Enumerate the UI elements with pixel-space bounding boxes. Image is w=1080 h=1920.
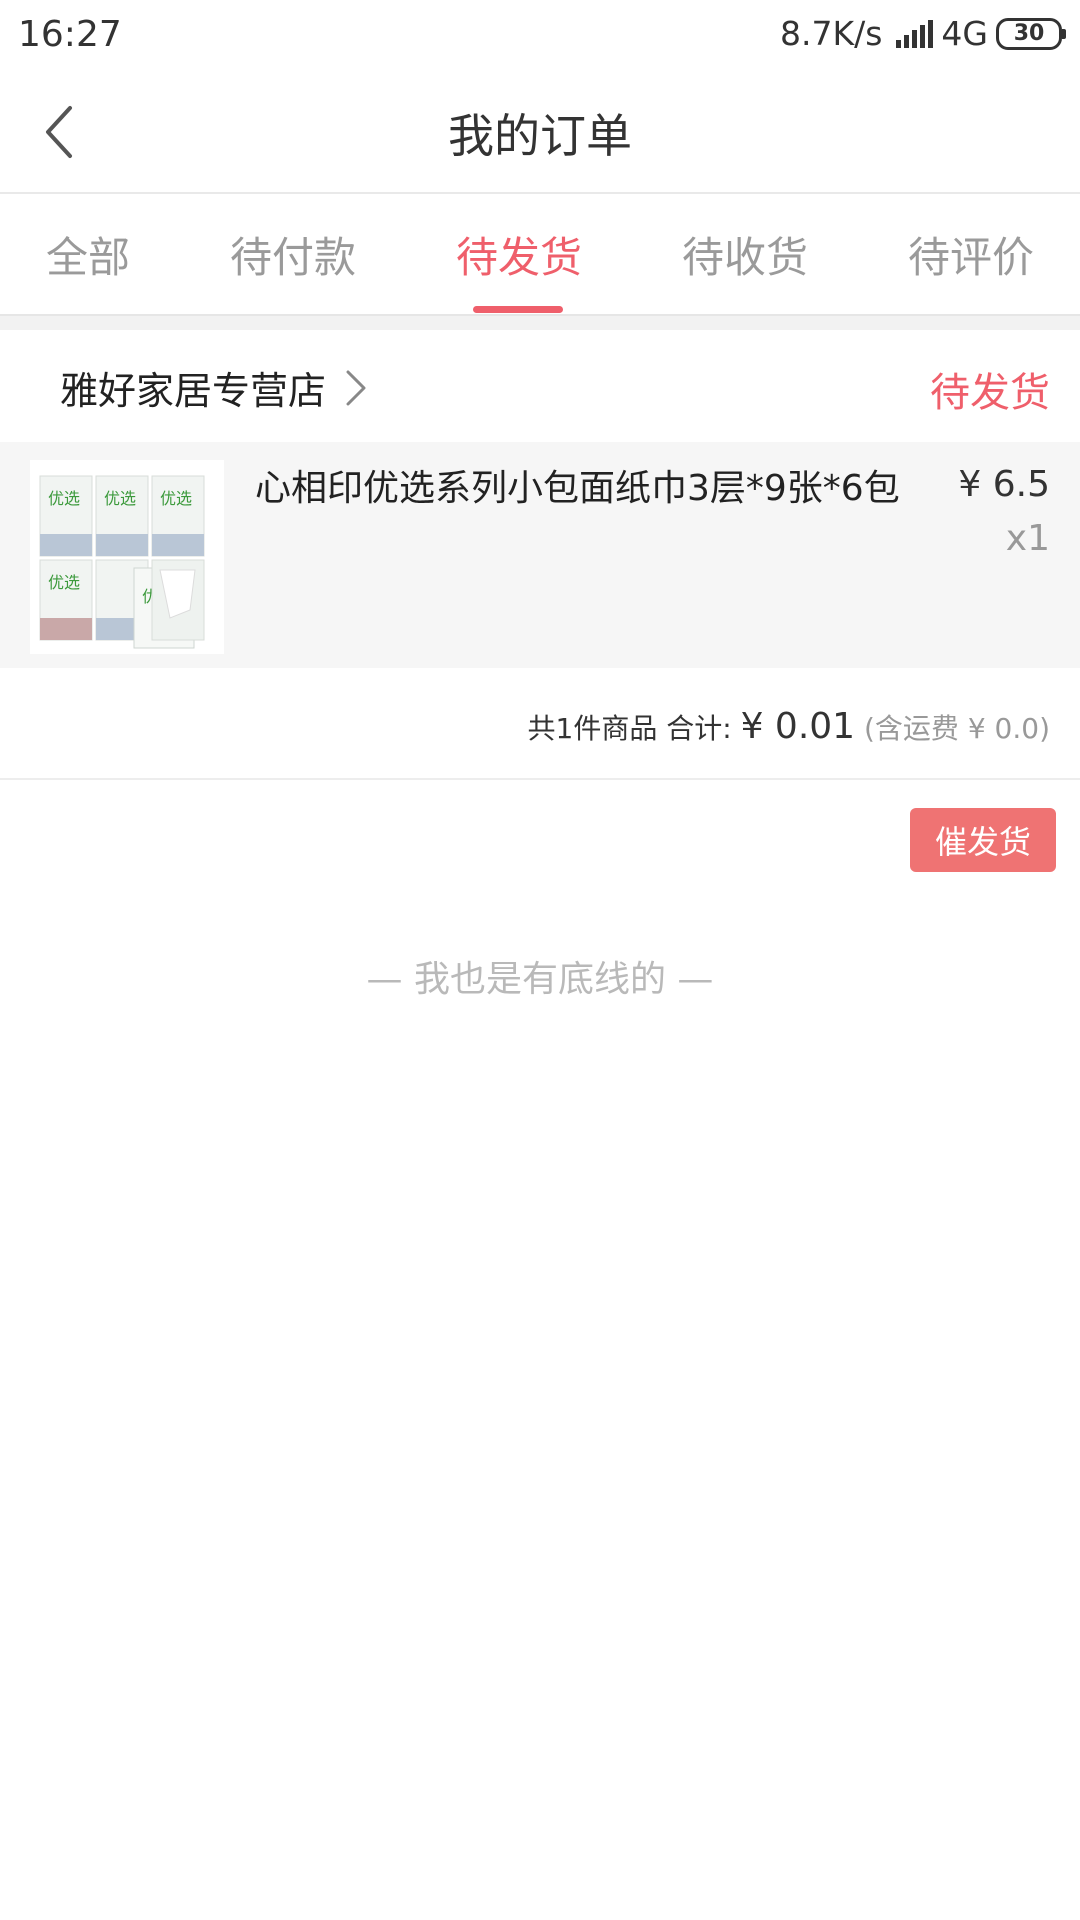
tab-pending-shipment[interactable]: 待发货: [456, 224, 582, 285]
status-time: 16:27: [18, 14, 122, 55]
product-price: ¥ 6.5: [958, 464, 1050, 505]
status-bar: 16:27 8.7K/s 4G 30: [0, 0, 1080, 72]
battery-icon: 30: [996, 17, 1066, 50]
urge-shipment-button[interactable]: 催发货: [910, 808, 1056, 872]
status-indicators: 8.7K/s 4G 30: [780, 14, 1066, 53]
order-store-header: 雅好家居专营店 待发货: [0, 330, 1080, 442]
product-quantity: x1: [1005, 518, 1050, 559]
section-divider: [0, 316, 1080, 330]
order-product-item[interactable]: 优选 优选 优选 优选 优选 心相印优选系列小包面纸巾3层*9张*6包 ¥ 6.…: [0, 442, 1080, 668]
item-count-label: 共1件商品 合计:: [527, 712, 732, 745]
end-of-list-note: — 我也是有底线的 —: [366, 959, 714, 1000]
product-image: 优选 优选 优选 优选 优选: [30, 460, 224, 654]
tab-all[interactable]: 全部: [46, 224, 130, 285]
product-title: 心相印优选系列小包面纸巾3层*9张*6包: [255, 468, 900, 509]
network-type: 4G: [941, 14, 988, 53]
tissue-pack-illustration: 优选 优选 优选 优选 优选: [30, 460, 224, 654]
tab-pending-payment[interactable]: 待付款: [230, 224, 356, 285]
tab-pending-review[interactable]: 待评价: [908, 224, 1034, 285]
tab-pending-receipt[interactable]: 待收货: [682, 224, 808, 285]
svg-text:优选: 优选: [48, 489, 80, 508]
order-total: ¥ 0.01: [740, 706, 856, 747]
signal-icon: [896, 19, 934, 48]
page-title: 我的订单: [448, 109, 632, 163]
order-summary-text: 共1件商品 合计: ¥ 0.01 (含运费 ¥ 0.0): [528, 706, 1050, 747]
nav-bar: 我的订单: [0, 72, 1080, 194]
svg-text:优选: 优选: [160, 489, 192, 508]
store-name: 雅好家居专营店: [60, 369, 327, 413]
network-speed: 8.7K/s: [779, 14, 883, 53]
svg-text:优选: 优选: [104, 489, 136, 508]
active-tab-indicator: [473, 306, 563, 313]
battery-level: 30: [996, 17, 1062, 50]
store-link[interactable]: 雅好家居专营店: [60, 360, 370, 415]
svg-text:优选: 优选: [48, 573, 80, 592]
order-tabs: 全部 待付款 待发货 待收货 待评价: [0, 194, 1080, 316]
chevron-right-icon: [346, 370, 366, 405]
order-summary: 共1件商品 合计: ¥ 0.01 (含运费 ¥ 0.0): [0, 668, 1080, 780]
order-status: 待发货: [930, 370, 1050, 416]
shipping-fee: (含运费 ¥ 0.0): [864, 712, 1050, 745]
